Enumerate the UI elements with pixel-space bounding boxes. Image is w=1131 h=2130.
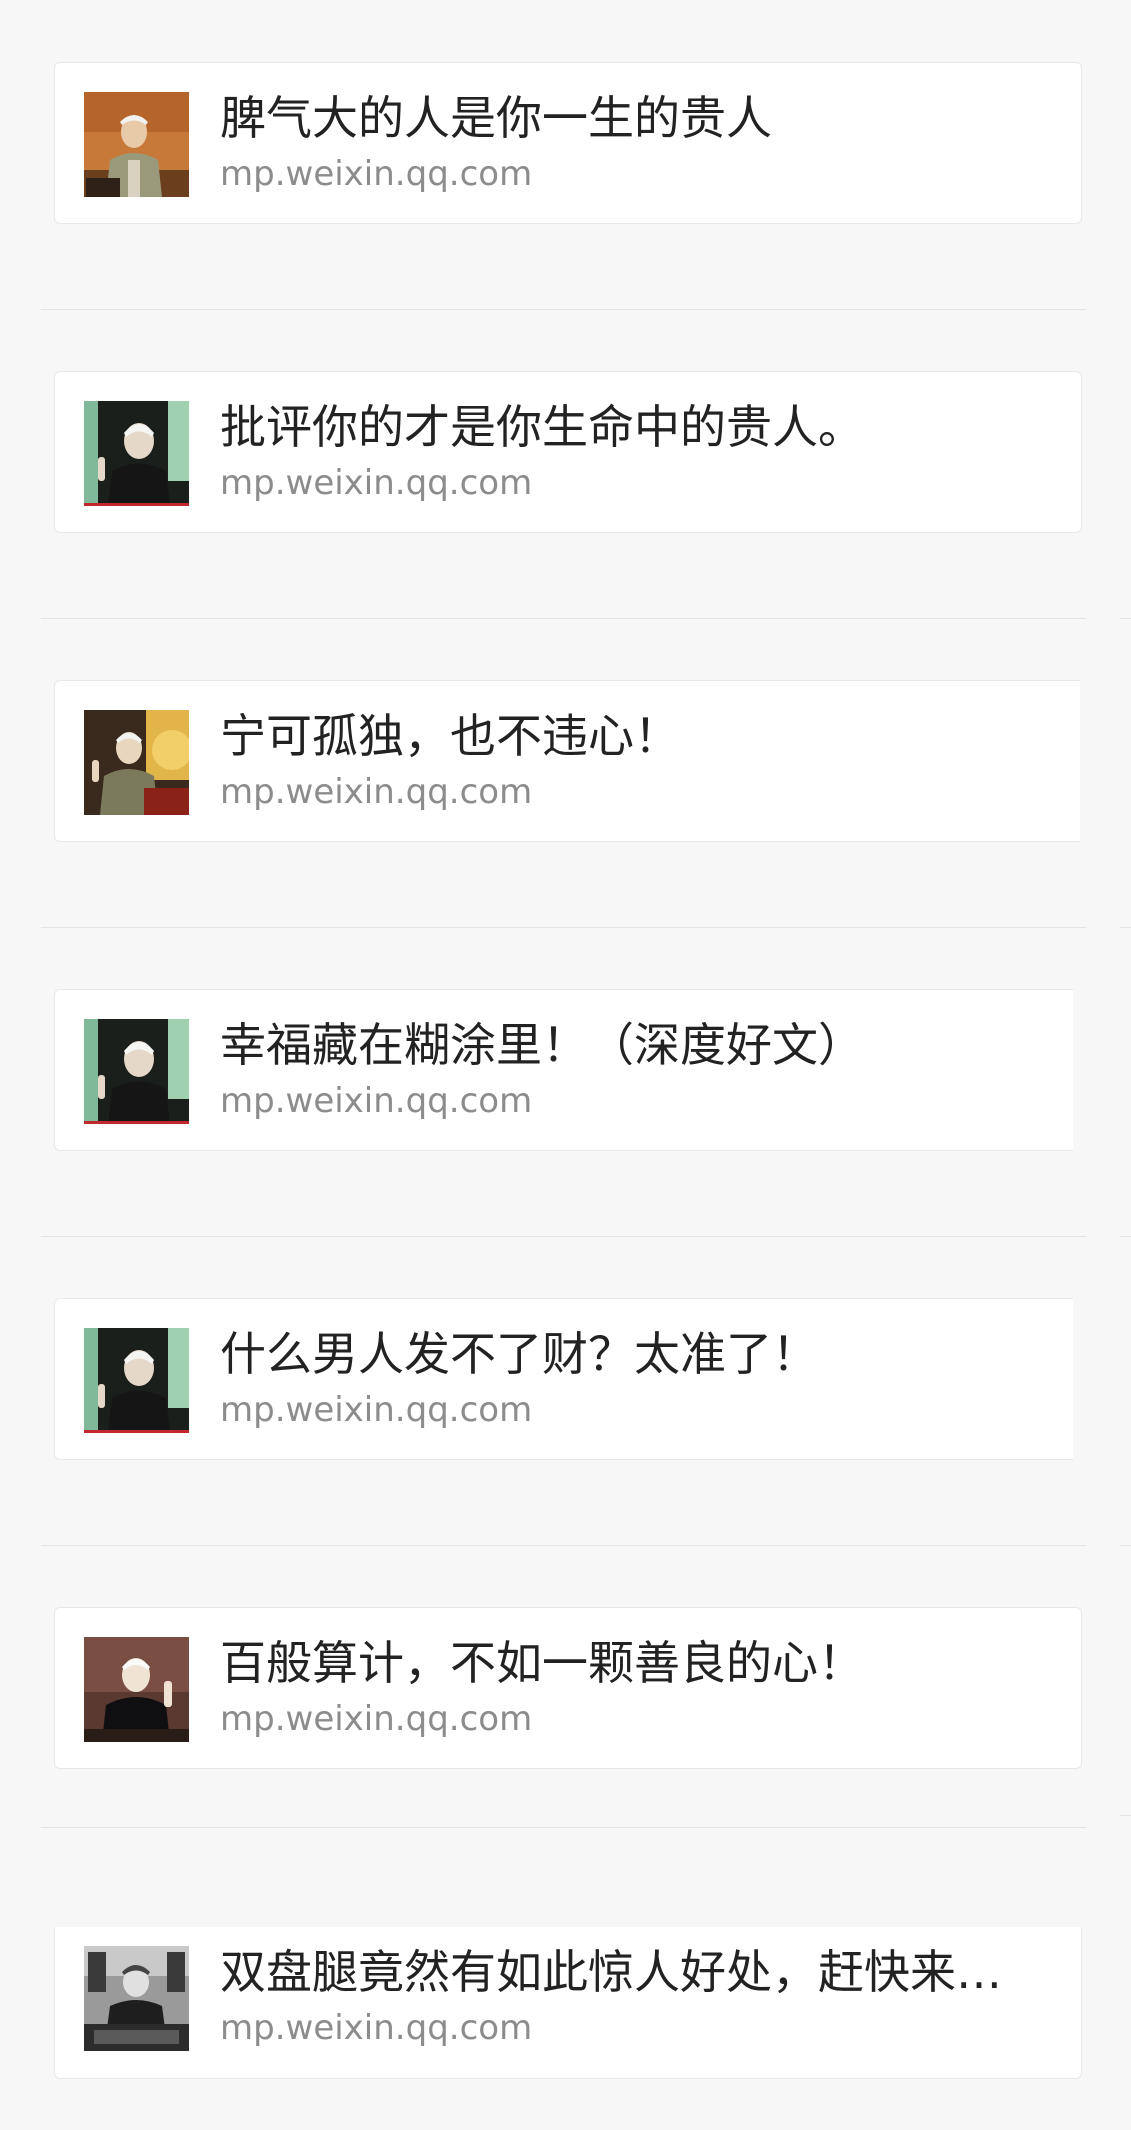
list-item: 宁可孤独，也不违心！ mp.weixin.qq.com [0, 618, 1131, 928]
link-card[interactable]: 百般算计，不如一颗善良的心！ mp.weixin.qq.com [54, 1607, 1082, 1769]
list-item: 百般算计，不如一颗善良的心！ mp.weixin.qq.com [0, 1545, 1131, 1854]
article-source: mp.weixin.qq.com [220, 1081, 533, 1121]
article-source: mp.weixin.qq.com [220, 154, 533, 194]
link-card[interactable]: 双盘腿竟然有如此惊人好处，赶快来… mp.weixin.qq.com [54, 1927, 1082, 2079]
article-title: 脾气大的人是你一生的贵人 [220, 91, 772, 145]
article-thumbnail [84, 1328, 189, 1433]
article-thumbnail [84, 710, 189, 815]
article-source: mp.weixin.qq.com [220, 772, 533, 812]
article-source: mp.weixin.qq.com [220, 2008, 533, 2048]
article-thumbnail [84, 1946, 189, 2051]
list-item: 双盘腿竟然有如此惊人好处，赶快来… mp.weixin.qq.com [0, 1854, 1131, 2130]
article-source: mp.weixin.qq.com [220, 1699, 533, 1739]
chat-message-list: 脾气大的人是你一生的贵人 mp.weixin.qq.com 批评你的才是你生命中… [0, 0, 1131, 2130]
link-card[interactable]: 幸福藏在糊涂里！（深度好文） mp.weixin.qq.com [54, 989, 1073, 1151]
link-card[interactable]: 脾气大的人是你一生的贵人 mp.weixin.qq.com [54, 62, 1082, 224]
article-title: 批评你的才是你生命中的贵人。 [220, 400, 864, 454]
link-card[interactable]: 宁可孤独，也不违心！ mp.weixin.qq.com [54, 680, 1080, 842]
link-card[interactable]: 批评你的才是你生命中的贵人。 mp.weixin.qq.com [54, 371, 1082, 533]
list-item: 脾气大的人是你一生的贵人 mp.weixin.qq.com [0, 0, 1131, 310]
article-thumbnail [84, 1637, 189, 1742]
article-title: 双盘腿竟然有如此惊人好处，赶快来… [220, 1945, 1002, 1999]
list-item: 幸福藏在糊涂里！（深度好文） mp.weixin.qq.com [0, 927, 1131, 1237]
list-item: 什么男人发不了财？太准了！ mp.weixin.qq.com [0, 1236, 1131, 1546]
article-thumbnail [84, 92, 189, 197]
link-card[interactable]: 什么男人发不了财？太准了！ mp.weixin.qq.com [54, 1298, 1073, 1460]
article-thumbnail [84, 1019, 189, 1124]
article-source: mp.weixin.qq.com [220, 1390, 533, 1430]
article-thumbnail [84, 401, 189, 506]
article-title: 什么男人发不了财？太准了！ [220, 1327, 818, 1381]
divider [41, 1827, 1086, 1828]
article-title: 幸福藏在糊涂里！（深度好文） [220, 1018, 864, 1072]
article-title: 百般算计，不如一颗善良的心！ [220, 1636, 864, 1690]
list-item: 批评你的才是你生命中的贵人。 mp.weixin.qq.com [0, 309, 1131, 619]
divider [1120, 1815, 1131, 1816]
article-source: mp.weixin.qq.com [220, 463, 533, 503]
article-title: 宁可孤独，也不违心！ [220, 709, 680, 763]
